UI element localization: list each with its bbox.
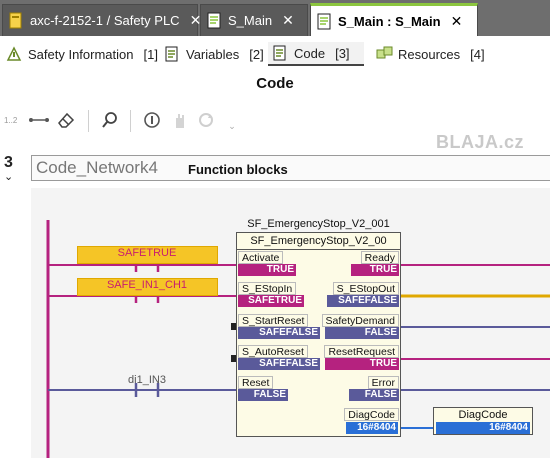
output-variable-name: DiagCode (458, 409, 508, 421)
output-variable-value: 16#8404 (436, 422, 530, 434)
fb-type-name: SF_EmergencyStop_V2_00 (250, 235, 387, 247)
fb-divider (237, 249, 400, 250)
fb-output-pin[interactable]: Error (367, 376, 399, 389)
fb-output-value: TRUE (351, 264, 399, 276)
output-variable-diagcode[interactable]: DiagCode 16#8404 (433, 407, 533, 435)
contact-label: SAFE_IN1_CH1 (106, 279, 188, 291)
fb-input-pin[interactable]: Activate (238, 251, 284, 264)
fb-instance-name: SF_EmergencyStop_V2_001 (247, 218, 390, 230)
fb-input-value: SAFEFALSE (238, 358, 320, 370)
contact-label: di1_IN3 (128, 374, 166, 386)
fb-input-value: SAFETRUE (238, 295, 304, 307)
fb-input-value: TRUE (238, 264, 296, 276)
fb-output-pin[interactable]: SafetyDemand (321, 314, 399, 327)
fb-input-pin[interactable]: Reset (238, 376, 274, 389)
fb-input-pin[interactable]: S_AutoReset (238, 345, 308, 358)
fb-input-value: FALSE (238, 389, 288, 401)
watermark: BLAJA.cz (436, 132, 525, 152)
fb-output-value: 16#8404 (346, 422, 398, 434)
fb-output-pin[interactable]: DiagCode (344, 408, 399, 421)
fb-output-pin[interactable]: S_EStopOut (332, 282, 399, 295)
function-block[interactable]: SF_EmergencyStop_V2_00 Activate TRUE S_E… (236, 232, 401, 437)
fb-output-value: SAFEFALSE (327, 295, 399, 307)
fb-output-pin[interactable]: Ready (360, 251, 399, 264)
fb-output-value: FALSE (325, 327, 399, 339)
contact-label: SAFETRUE (117, 247, 177, 259)
fb-input-pin[interactable]: S_StartReset (238, 314, 309, 327)
fb-output-value: FALSE (349, 389, 399, 401)
fb-input-value: SAFEFALSE (238, 327, 320, 339)
fb-output-pin[interactable]: ResetRequest (324, 345, 399, 358)
fb-output-value: TRUE (325, 358, 399, 370)
fb-input-pin[interactable]: S_EStopIn (238, 282, 297, 295)
